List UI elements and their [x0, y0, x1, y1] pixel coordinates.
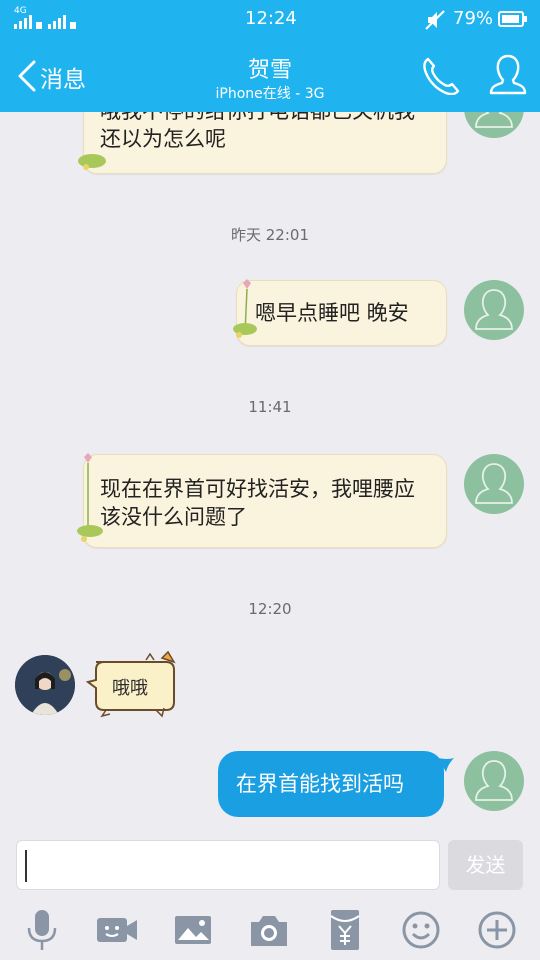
clock: 12:24 — [245, 8, 297, 29]
sticker-text: 哦哦 — [112, 678, 148, 699]
red-envelope-icon[interactable] — [321, 906, 369, 954]
battery-percent: 79% — [453, 8, 494, 29]
my-avatar[interactable] — [464, 280, 524, 340]
emoji-icon[interactable] — [397, 906, 445, 954]
back-label: 消息 — [40, 67, 86, 93]
image-icon[interactable] — [169, 906, 217, 954]
status-bar: 4G 12:24 79% — [0, 0, 540, 38]
my-avatar[interactable] — [464, 751, 524, 811]
my-avatar[interactable] — [464, 454, 524, 514]
chevron-left-icon — [18, 60, 36, 92]
message-bubble[interactable]: 在界首能找到活吗 — [218, 751, 444, 817]
default-avatar-icon — [475, 463, 513, 504]
battery-icon — [498, 11, 527, 27]
default-avatar-icon — [475, 289, 513, 330]
timestamp: 12:20 — [248, 600, 292, 618]
contact-avatar[interactable] — [15, 655, 75, 715]
video-icon[interactable] — [93, 906, 141, 954]
silent-icon — [425, 10, 445, 30]
plus-icon[interactable] — [473, 906, 521, 954]
microphone-icon[interactable] — [18, 906, 66, 954]
message-text: 哦我不停的给你打电话都已关机我还以为怎么呢 — [100, 112, 415, 151]
camera-icon[interactable] — [245, 906, 293, 954]
default-avatar-icon — [475, 112, 513, 128]
sticker-bubble[interactable]: 哦哦 — [86, 650, 182, 720]
signal-icon — [14, 15, 76, 29]
lotus-decoration-icon — [233, 279, 257, 338]
message-bubble[interactable]: 嗯早点睡吧 晚安 — [233, 279, 447, 346]
back-button[interactable]: 消息 — [12, 56, 112, 96]
lotus-decoration-icon — [78, 154, 106, 170]
default-avatar-icon — [475, 760, 513, 801]
timestamp: 昨天 22:01 — [231, 226, 309, 244]
chat-area[interactable]: 哦我不停的给你打电话都已关机我还以为怎么呢 昨天 22:01 嗯早点睡吧 晚安 … — [0, 112, 540, 830]
message-text: 现在在界首可好找活安，我哩腰应该没什么问题了 — [100, 477, 415, 529]
contact-photo-icon — [15, 655, 75, 715]
phone-icon[interactable] — [420, 55, 460, 95]
timestamp: 11:41 — [248, 398, 292, 416]
contact-profile-icon[interactable] — [488, 52, 528, 96]
lotus-decoration-icon — [77, 453, 103, 542]
text-cursor — [25, 850, 27, 882]
contact-status: iPhone在线 - 3G — [215, 86, 325, 102]
message-input[interactable] — [16, 840, 440, 890]
send-button[interactable]: 发送 — [448, 840, 523, 890]
chat-header: 消息 贺雪 iPhone在线 - 3G — [0, 38, 540, 112]
message-bubble[interactable]: 现在在界首可好找活安，我哩腰应该没什么问题了 — [77, 453, 447, 548]
bubble-tail-icon — [438, 758, 454, 772]
my-avatar[interactable] — [464, 112, 524, 138]
contact-name: 贺雪 — [247, 58, 292, 83]
message-text: 嗯早点睡吧 晚安 — [255, 301, 409, 325]
message-text: 在界首能找到活吗 — [236, 772, 404, 796]
message-bubble[interactable]: 哦我不停的给你打电话都已关机我还以为怎么呢 — [78, 112, 447, 174]
